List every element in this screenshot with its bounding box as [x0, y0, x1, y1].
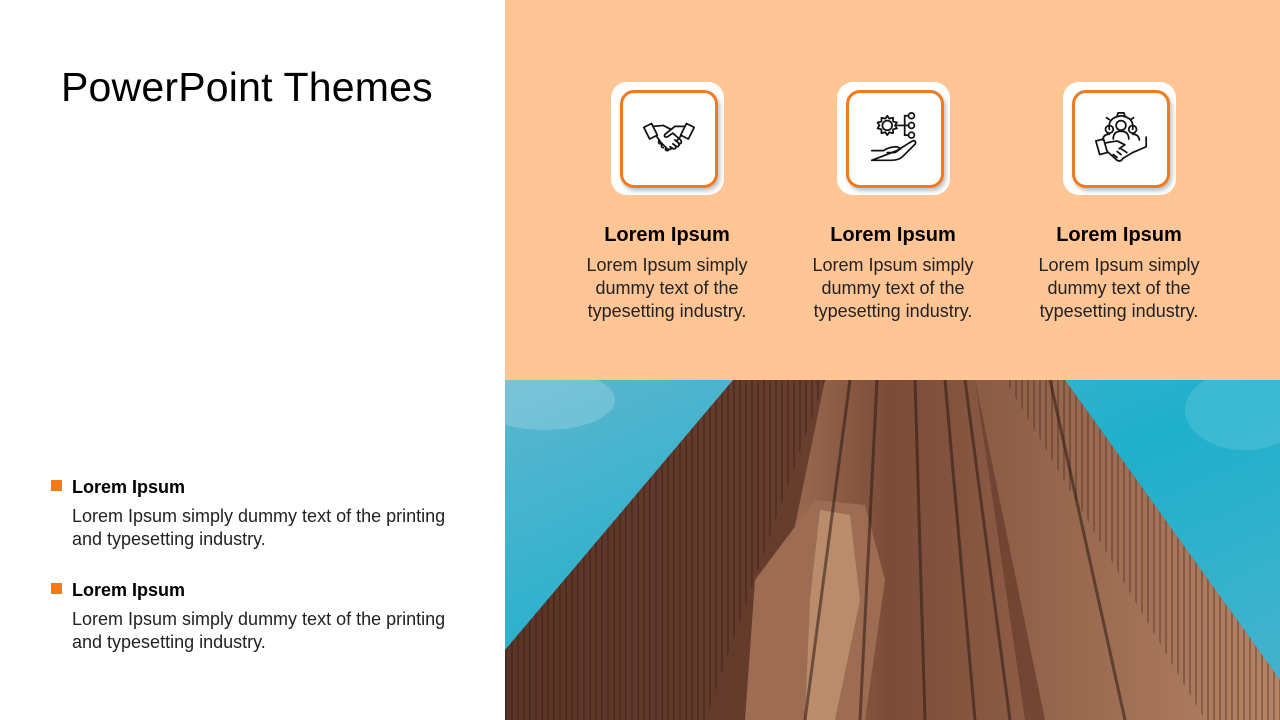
- card-text: Lorem Ipsum simply dummy text of the typ…: [586, 255, 748, 321]
- handshake-icon: [642, 122, 695, 152]
- slide-title: PowerPoint Themes: [61, 64, 433, 110]
- bullet-text: Lorem Ipsum simply dummy text of the pri…: [72, 609, 446, 652]
- gear-hand-network-icon: [870, 111, 916, 162]
- icon-frame: [610, 82, 724, 195]
- skyscraper-image: [505, 380, 1280, 720]
- square-bullet-icon: [51, 480, 62, 491]
- feature-card: Lorem Ipsum Lorem Ipsum simply dummy tex…: [773, 82, 1013, 323]
- bullet-item: Lorem Ipsum Lorem Ipsum simply dummy tex…: [50, 579, 450, 654]
- skyscraper-photo: [505, 380, 1280, 720]
- icon-frame: [1062, 82, 1176, 195]
- card-title: Lorem Ipsum: [604, 224, 730, 246]
- card-title: Lorem Ipsum: [830, 224, 956, 246]
- card-text: Lorem Ipsum simply dummy text of the typ…: [812, 255, 974, 321]
- feature-card: Lorem Ipsum Lorem Ipsum simply dummy tex…: [999, 82, 1239, 323]
- team-gear-handshake-icon: [1094, 111, 1147, 162]
- bullet-text: Lorem Ipsum simply dummy text of the pri…: [72, 506, 446, 549]
- bullet-title: Lorem Ipsum: [72, 477, 186, 497]
- feature-panel: Lorem Ipsum Lorem Ipsum simply dummy tex…: [505, 0, 1280, 380]
- feature-card: Lorem Ipsum Lorem Ipsum simply dummy tex…: [547, 82, 787, 323]
- bullet-item: Lorem Ipsum Lorem Ipsum simply dummy tex…: [50, 476, 450, 551]
- bullet-list: Lorem Ipsum Lorem Ipsum simply dummy tex…: [50, 476, 450, 682]
- icon-frame: [836, 82, 950, 195]
- card-title: Lorem Ipsum: [1056, 224, 1182, 246]
- card-text: Lorem Ipsum simply dummy text of the typ…: [1038, 255, 1200, 321]
- square-bullet-icon: [51, 583, 62, 594]
- bullet-title: Lorem Ipsum: [72, 580, 186, 600]
